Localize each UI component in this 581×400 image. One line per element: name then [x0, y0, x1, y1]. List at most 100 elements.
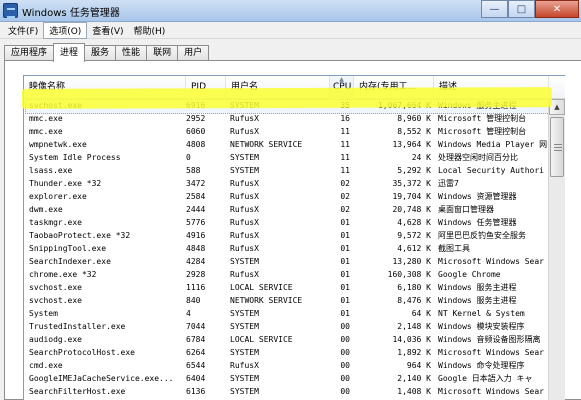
menu-item[interactable]: 选项(O)	[43, 21, 88, 39]
cell-pid: 6060	[186, 127, 206, 136]
menu-item[interactable]: 查看(V)	[87, 23, 128, 38]
cell-user: SYSTEM	[230, 374, 259, 383]
tab[interactable]: 用户	[177, 45, 210, 61]
table-row[interactable]: System 4 SYSTEM 01 64 K NT Kernel & System	[24, 307, 565, 320]
cell-user: RufusX	[230, 244, 259, 253]
cell-pid: 588	[186, 166, 201, 175]
cell-description: Microsoft 管理控制台	[438, 127, 527, 136]
tab[interactable]: 服务	[84, 45, 117, 61]
table-row[interactable]: GoogleIMEJaCacheService.exe... 6404 SYSTEM…	[24, 372, 565, 385]
table-row[interactable]: dwm.exe 2444 RufusX 02 20,748 K 桌面窗口管理器	[24, 203, 565, 216]
cell-cpu: 01	[340, 283, 350, 292]
process-list[interactable]: 映像名称 PID 用户名 ▲CPU 内存(专用工... 描述 svchost.e…	[23, 75, 565, 400]
cell-memory: 24 K	[411, 153, 431, 162]
table-row[interactable]: wmpnetwk.exe 4808 NETWORK SERVICE 11 13,964 …	[24, 138, 565, 151]
cell-cpu: 11	[340, 166, 350, 175]
cell-memory: 8,476 K	[397, 296, 431, 305]
title-bar[interactable]: Windows 任务管理器 — □ ✕	[0, 0, 581, 22]
cell-description: Windows 服务主进程	[438, 296, 517, 305]
table-row[interactable]: TaobaoProtect.exe *32 4916 RufusX 01 9,572 K…	[24, 229, 565, 242]
table-row[interactable]: SearchProtocolHost.exe 6264 SYSTEM 00 1,892 …	[24, 346, 565, 359]
cell-image-name: System Idle Process	[29, 153, 121, 162]
cell-cpu: 11	[340, 127, 350, 136]
cell-memory: 14,036 K	[392, 335, 431, 344]
cell-description: Microsoft Windows Sear	[438, 348, 544, 357]
minimize-button[interactable]: —	[481, 0, 508, 18]
cell-memory: 20,748 K	[392, 205, 431, 214]
cell-pid: 2444	[186, 205, 206, 214]
table-row[interactable]: cmd.exe 6544 RufusX 00 964 K Windows 命令处理程序	[24, 359, 565, 372]
table-row[interactable]: Thunder.exe *32 3472 RufusX 02 35,372 K 迅雷7	[24, 177, 565, 190]
cell-image-name: chrome.exe *32	[29, 270, 97, 279]
cell-description: 迅雷7	[438, 179, 459, 188]
cell-image-name: TaobaoProtect.exe *32	[29, 231, 131, 240]
cell-pid: 1116	[186, 283, 206, 292]
cell-description: Microsoft 管理控制台	[438, 114, 527, 123]
tab[interactable]: 联网	[146, 45, 179, 61]
cell-cpu: 11	[340, 140, 350, 149]
vertical-scrollbar[interactable]: ▲	[548, 99, 565, 400]
grip-line	[554, 150, 562, 151]
cell-description: Windows Media Player 网	[438, 140, 548, 149]
maximize-button[interactable]: □	[508, 0, 535, 18]
cell-image-name: taskmgr.exe	[29, 218, 82, 227]
tab[interactable]: 应用程序	[4, 45, 55, 61]
table-row[interactable]: svchost.exe 840 NETWORK SERVICE 01 8,476 K Wi…	[24, 294, 565, 307]
cell-user: RufusX	[230, 192, 259, 201]
table-row[interactable]: mmc.exe 2952 RufusX 16 8,960 K Microsoft 管理控制…	[24, 112, 565, 125]
menu-item[interactable]: 文件(F)	[3, 23, 43, 38]
tab[interactable]: 性能	[115, 45, 148, 61]
cell-image-name: SnippingTool.exe	[29, 244, 107, 253]
cell-image-name: audiodg.exe	[29, 335, 82, 344]
table-row[interactable]: lsass.exe 588 SYSTEM 11 5,292 K Local Securit…	[24, 164, 565, 177]
cell-memory: 64 K	[411, 309, 431, 318]
cell-description: 截图工具	[438, 244, 470, 253]
tab[interactable]: 进程	[53, 43, 86, 62]
cell-user: RufusX	[230, 270, 259, 279]
cell-cpu: 01	[340, 257, 350, 266]
cell-user: SYSTEM	[230, 387, 259, 396]
table-row[interactable]: TrustedInstaller.exe 7044 SYSTEM 00 2,148 K W…	[24, 320, 565, 333]
table-row[interactable]: SearchFilterHost.exe 6136 SYSTEM 00 1,408 K M…	[24, 385, 565, 398]
cell-image-name: mmc.exe	[29, 127, 63, 136]
table-row[interactable]: taskmgr.exe 5776 RufusX 01 4,628 K Windows 任务…	[24, 216, 565, 229]
table-row[interactable]: explorer.exe 2584 RufusX 02 19,704 K Windows …	[24, 190, 565, 203]
cell-pid: 4848	[186, 244, 206, 253]
cell-image-name: GoogleIMEJaCacheService.exe...	[29, 374, 174, 383]
cell-pid: 6544	[186, 361, 206, 370]
table-row[interactable]: SnippingTool.exe 4848 RufusX 01 4,612 K 截图工具	[24, 242, 565, 255]
table-row[interactable]: chrome.exe *32 2928 RufusX 01 160,308 K Googl…	[24, 268, 565, 281]
cell-image-name: SearchProtocolHost.exe	[29, 348, 135, 357]
cell-description: Google Chrome	[438, 270, 501, 279]
menu-bar: 文件(F) 选项(O) 查看(V) 帮助(H)	[0, 21, 581, 39]
table-row[interactable]: svchost.exe 1116 LOCAL SERVICE 01 6,180 K Win…	[24, 281, 565, 294]
table-row[interactable]: SearchIndexer.exe 4284 SYSTEM 01 13,280 K Mic…	[24, 255, 565, 268]
table-row[interactable]: mmc.exe 6060 RufusX 11 8,552 K Microsoft 管理控制…	[24, 125, 565, 138]
cell-memory: 19,704 K	[392, 192, 431, 201]
cell-cpu: 00	[340, 348, 350, 357]
table-row[interactable]: System Idle Process 0 SYSTEM 11 24 K 处理器空闲时间百…	[24, 151, 565, 164]
cell-cpu: 01	[340, 244, 350, 253]
cell-pid: 6264	[186, 348, 206, 357]
table-row[interactable]: audiodg.exe 6784 LOCAL SERVICE 00 14,036 K Wi…	[24, 333, 565, 346]
cell-memory: 4,612 K	[397, 244, 431, 253]
cell-pid: 4916	[186, 231, 206, 240]
processes-tab-body: 映像名称 PID 用户名 ▲CPU 内存(专用工... 描述 svchost.e…	[4, 60, 581, 400]
cell-description: Google 日本語入力 キャ	[438, 374, 533, 383]
cell-user: RufusX	[230, 127, 259, 136]
menu-item[interactable]: 帮助(H)	[129, 23, 171, 38]
cell-user: SYSTEM	[230, 153, 259, 162]
cell-memory: 6,180 K	[397, 283, 431, 292]
cell-memory: 8,960 K	[397, 114, 431, 123]
cell-cpu: 02	[340, 205, 350, 214]
close-button[interactable]: ✕	[535, 0, 579, 18]
cell-image-name: TrustedInstaller.exe	[29, 322, 126, 331]
task-manager-icon	[3, 3, 18, 18]
sort-arrow-icon: ▲	[339, 76, 344, 83]
cell-memory: 4,628 K	[397, 218, 431, 227]
cell-pid: 7044	[186, 322, 206, 331]
cell-description: 处理器空闲时间百分比	[438, 153, 518, 162]
cell-cpu: 11	[340, 153, 350, 162]
scroll-thumb[interactable]	[550, 117, 564, 177]
window-title: Windows 任务管理器	[22, 8, 120, 19]
